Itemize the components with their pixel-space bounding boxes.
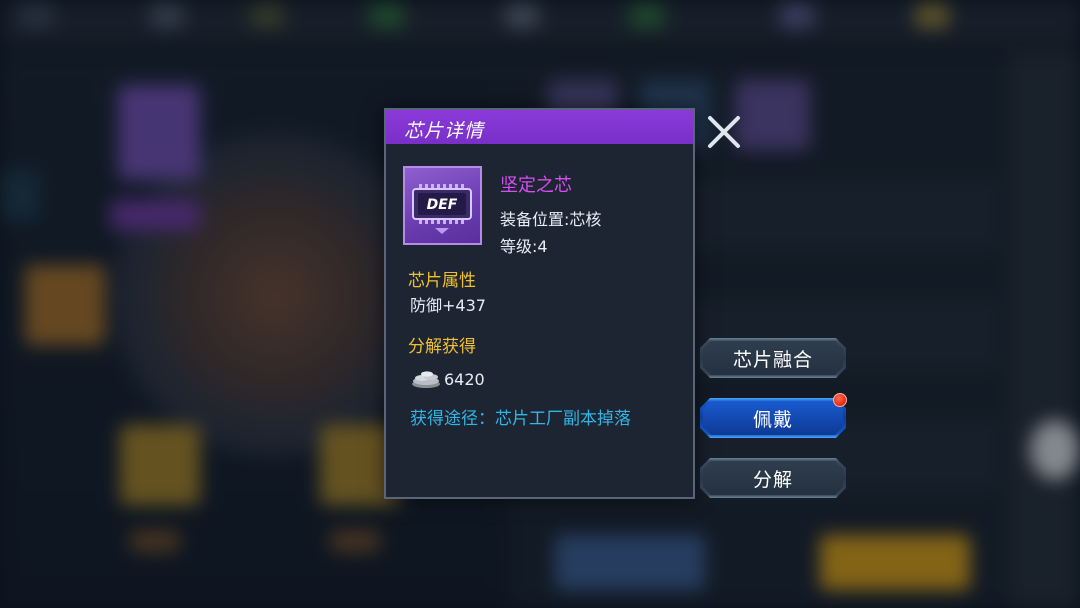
chip-fuse-button[interactable]: 芯片融合 bbox=[700, 338, 846, 378]
coin-pile-icon bbox=[410, 368, 444, 390]
chip-fuse-label: 芯片融合 bbox=[732, 348, 813, 371]
attribute-value: 防御+437 bbox=[410, 296, 486, 315]
decompose-button[interactable]: 分解 bbox=[700, 458, 846, 498]
equip-button[interactable]: 佩戴 bbox=[700, 398, 846, 438]
obtain-source-text: 获得途径：芯片工厂副本掉落 bbox=[410, 409, 631, 429]
decompose-section-title: 分解获得 bbox=[408, 337, 476, 357]
close-x-icon bbox=[708, 116, 740, 148]
def-chip-icon: DEF bbox=[403, 166, 482, 245]
chip-level: 等级:4 bbox=[500, 237, 548, 256]
chip-detail-dialog: 芯片详情 DEF 坚定之芯 装备位置:芯核 等级:4 芯片属性 防御+437 分… bbox=[384, 108, 695, 499]
notification-dot bbox=[833, 393, 847, 407]
attributes-section-title: 芯片属性 bbox=[408, 271, 476, 291]
equip-label: 佩戴 bbox=[752, 408, 793, 431]
chip-name: 坚定之芯 bbox=[500, 175, 572, 196]
decompose-label: 分解 bbox=[752, 468, 793, 491]
chip-icon-text: DEF bbox=[427, 197, 458, 213]
decompose-reward-amount: 6420 bbox=[444, 370, 485, 389]
dialog-title: 芯片详情 bbox=[404, 120, 485, 142]
chip-equip-slot: 装备位置:芯核 bbox=[500, 210, 602, 229]
close-button[interactable] bbox=[704, 112, 744, 152]
dialog-header: 芯片详情 bbox=[386, 110, 693, 144]
